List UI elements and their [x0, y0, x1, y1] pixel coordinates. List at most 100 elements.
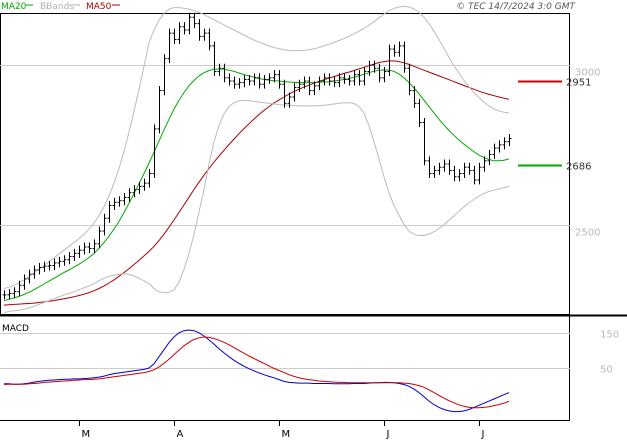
price-axis-ticks: 30002500: [575, 68, 600, 239]
level-label-resistance: 2951: [566, 78, 591, 89]
ohlc-bar: [172, 28, 177, 44]
ohlc-bar: [197, 19, 202, 41]
ohlc-bar: [392, 44, 397, 57]
ohlc-bar: [202, 28, 207, 41]
ohlc-bar: [207, 28, 212, 51]
price-ohlc-bars: [2, 12, 512, 300]
ohlc-bar: [262, 74, 267, 89]
month-label-0: M: [82, 429, 91, 440]
ohlc-bar: [107, 201, 112, 223]
ohlc-bar: [222, 63, 227, 83]
macd-panel-title: MACD: [2, 324, 29, 334]
price-indicator-lines: [3, 5, 510, 314]
ohlc-bar: [87, 242, 92, 254]
ohlc-bar: [72, 248, 77, 262]
macd-gridlines: [0, 333, 570, 369]
ohlc-bar: [7, 289, 12, 300]
price-line-ma20: [3, 68, 510, 302]
ohlc-bar: [192, 12, 197, 29]
ohlc-bar: [427, 156, 432, 179]
ohlc-bar: [327, 73, 332, 86]
legend-bbands-label: BBands: [40, 2, 74, 12]
ohlc-bar: [442, 159, 447, 172]
ohlc-bar: [402, 41, 407, 73]
ohlc-bar: [62, 255, 67, 266]
ohlc-bar: [122, 193, 127, 206]
ohlc-bar: [367, 60, 372, 76]
ohlc-bar: [157, 86, 162, 134]
ohlc-bar: [332, 76, 337, 88]
ohlc-bar: [422, 118, 427, 166]
ohlc-bar: [242, 74, 247, 88]
ohlc-bar: [452, 165, 457, 182]
ohlc-bar: [472, 165, 477, 185]
ohlc-bar: [437, 162, 442, 175]
ohlc-bar: [182, 22, 187, 35]
ohlc-bar: [412, 86, 417, 108]
month-label-1: A: [177, 429, 184, 440]
price-level-markers: 2951 2686: [518, 78, 591, 173]
chart-legend: MA20 BBands MA50: [1, 2, 120, 12]
ohlc-bar: [227, 73, 232, 86]
price-line-bbands-lower: [3, 99, 510, 314]
ohlc-bar: [457, 169, 462, 182]
chart-canvas: MA20 BBands MA50 © TEC 14/7/2024 3:0 GMT…: [0, 2, 627, 440]
macd-tick-label-0: 150: [600, 330, 619, 341]
price-line-ma50: [3, 60, 510, 306]
ohlc-bar: [477, 162, 482, 185]
ohlc-bar: [502, 137, 507, 150]
ohlc-bar: [137, 181, 142, 194]
ohlc-bar: [417, 98, 422, 127]
ohlc-bar: [117, 196, 122, 207]
ohlc-bar: [277, 70, 282, 89]
macd-line-macd: [4, 329, 510, 413]
ohlc-bar: [267, 73, 272, 84]
ohlc-bar: [387, 44, 392, 76]
ohlc-bar: [497, 140, 502, 153]
ohlc-bar: [447, 159, 452, 175]
source-label: © TEC 14/7/2024 3:0 GMT: [456, 2, 576, 12]
ohlc-bar: [462, 162, 467, 179]
ohlc-bar: [67, 252, 72, 265]
ohlc-bar: [212, 41, 217, 76]
ohlc-bar: [102, 213, 107, 236]
month-label-3: J: [386, 429, 390, 440]
ohlc-bar: [162, 54, 167, 96]
ohlc-bar: [77, 245, 82, 258]
ohlc-bar: [317, 76, 322, 91]
ohlc-bar: [2, 290, 7, 300]
ohlc-bar: [82, 242, 87, 255]
ohlc-bar: [507, 134, 512, 147]
ohlc-bar: [347, 74, 352, 86]
ohlc-bar: [142, 178, 147, 191]
ohlc-bar: [397, 41, 402, 57]
macd-axis-ticks: 150 50: [600, 330, 619, 376]
ohlc-bar: [57, 256, 62, 268]
macd-lines: [3, 329, 510, 413]
ohlc-bar: [37, 262, 42, 275]
month-label-4: J: [481, 429, 485, 440]
ohlc-bar: [232, 76, 237, 89]
ohlc-bar: [492, 143, 497, 159]
level-label-support: 2686: [566, 162, 591, 173]
ohlc-bar: [147, 169, 152, 188]
ohlc-bar: [407, 63, 412, 96]
ohlc-bar: [487, 149, 492, 166]
ohlc-bar: [357, 70, 362, 86]
ohlc-bar: [432, 165, 437, 179]
ohlc-bar: [152, 124, 157, 179]
ohlc-bar: [12, 287, 17, 299]
month-label-2: M: [282, 429, 291, 440]
ohlc-bar: [382, 66, 387, 83]
legend-ma20-label: MA20: [1, 2, 27, 12]
legend-ma50-label: MA50: [86, 2, 112, 12]
ohlc-bar: [257, 73, 262, 89]
ohlc-bar: [52, 258, 57, 270]
ohlc-bar: [97, 226, 102, 249]
ohlc-bar: [362, 66, 367, 86]
ohlc-bar: [282, 79, 287, 108]
ohlc-bar: [237, 78, 242, 89]
price-tick-label-1: 2500: [575, 228, 600, 239]
ohlc-bar: [377, 63, 382, 83]
ohlc-bar: [177, 22, 182, 44]
